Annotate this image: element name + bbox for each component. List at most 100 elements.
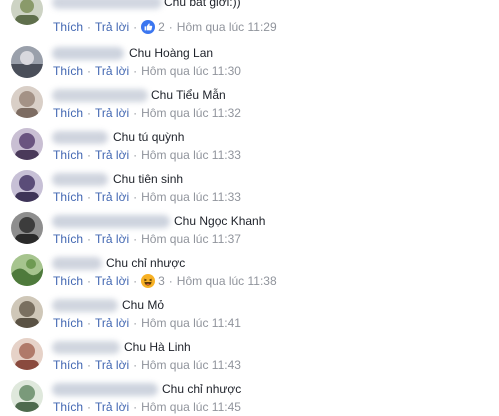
comment-text: Chu Hoàng Lan	[129, 46, 214, 60]
reply-button[interactable]: Trả lời	[95, 274, 129, 288]
reply-button[interactable]: Trả lời	[95, 400, 129, 414]
comment-actions: Thích · Trả lời · Hôm qua lúc 11:33	[53, 189, 241, 205]
blurred-author-name	[52, 215, 170, 228]
separator-dot: ·	[133, 190, 138, 204]
timestamp[interactable]: Hôm qua lúc 11:32	[141, 106, 241, 120]
avatar[interactable]	[11, 170, 43, 202]
like-button[interactable]: Thích	[53, 274, 83, 288]
blurred-author-name	[52, 131, 108, 144]
comment-item: Chu Hoàng Lan Thích · Trả lời · Hôm qua lúc …	[0, 44, 499, 86]
separator-dot: ·	[133, 232, 138, 246]
comment-actions: Thích · Trả lời · Hôm qua lúc 11:37	[53, 231, 241, 247]
separator-dot: ·	[133, 20, 138, 34]
avatar[interactable]	[11, 338, 43, 370]
timestamp[interactable]: Hôm qua lúc 11:38	[177, 274, 277, 288]
reply-button[interactable]: Trả lời	[95, 20, 129, 34]
blurred-author-name	[52, 0, 162, 9]
like-button[interactable]: Thích	[53, 358, 83, 372]
comment-item: Chu Ngọc Khanh Thích · Trả lời · Hôm qua lúc…	[0, 212, 499, 254]
comment-actions: Thích · Trả lời · Hôm qua lúc 11:33	[53, 147, 241, 163]
avatar[interactable]	[11, 0, 43, 25]
comment-actions: Thích · Trả lời · Hôm qua lúc 11:32	[53, 105, 241, 121]
separator-dot: ·	[87, 106, 92, 120]
separator-dot: ·	[168, 274, 173, 288]
timestamp[interactable]: Hôm qua lúc 11:33	[141, 148, 241, 162]
comment-text: Chu chỉ nhược	[162, 382, 242, 396]
separator-dot: ·	[87, 232, 92, 246]
like-icon[interactable]	[141, 20, 156, 34]
comment-text: Chu Mỏ	[122, 298, 165, 312]
avatar[interactable]	[11, 254, 43, 286]
comment-text: Chu Tiểu Mẫn	[151, 88, 226, 102]
like-button[interactable]: Thích	[53, 106, 83, 120]
reaction-count: 3	[158, 274, 165, 288]
comment-text: Chu bát giới:))	[164, 0, 241, 9]
like-button[interactable]: Thích	[53, 64, 83, 78]
reply-button[interactable]: Trả lời	[95, 64, 129, 78]
reply-button[interactable]: Trả lời	[95, 190, 129, 204]
comment-item: Chu chỉ nhược Thích · Trả lời · Hôm qua lúc …	[0, 380, 499, 416]
timestamp[interactable]: Hôm qua lúc 11:30	[141, 64, 241, 78]
separator-dot: ·	[87, 64, 92, 78]
timestamp[interactable]: Hôm qua lúc 11:37	[141, 232, 241, 246]
separator-dot: ·	[87, 400, 92, 414]
timestamp[interactable]: Hôm qua lúc 11:45	[141, 400, 241, 414]
reply-button[interactable]: Trả lời	[95, 106, 129, 120]
separator-dot: ·	[133, 148, 138, 162]
separator-dot: ·	[87, 316, 92, 330]
haha-icon[interactable]	[141, 274, 156, 288]
timestamp[interactable]: Hôm qua lúc 11:43	[141, 358, 241, 372]
comment-actions: Thích · Trả lời · 3 · Hôm qua lúc 11:38	[53, 273, 277, 289]
comment-item: Chu Tiểu Mẫn Thích · Trả lời · Hôm qua lúc 1…	[0, 86, 499, 128]
like-button[interactable]: Thích	[53, 400, 83, 414]
comment-actions: Thích · Trả lời · Hôm qua lúc 11:41	[53, 315, 241, 331]
separator-dot: ·	[87, 274, 92, 288]
separator-dot: ·	[133, 316, 138, 330]
separator-dot: ·	[168, 20, 173, 34]
avatar[interactable]	[11, 212, 43, 244]
comment-item: Chu Mỏ Thích · Trả lời · Hôm qua lúc 11:41	[0, 296, 499, 338]
timestamp[interactable]: Hôm qua lúc 11:29	[177, 20, 277, 34]
blurred-author-name	[52, 383, 158, 396]
blurred-author-name	[52, 47, 124, 60]
blurred-author-name	[52, 173, 108, 186]
blurred-author-name	[52, 299, 118, 312]
reply-button[interactable]: Trả lời	[95, 358, 129, 372]
comment-text: Chu tú quỳnh	[113, 130, 185, 144]
reaction-count: 2	[158, 20, 165, 34]
reply-button[interactable]: Trả lời	[95, 148, 129, 162]
comment-actions: Thích · Trả lời · Hôm qua lúc 11:45	[53, 399, 241, 415]
like-button[interactable]: Thích	[53, 148, 83, 162]
timestamp[interactable]: Hôm qua lúc 11:41	[141, 316, 241, 330]
comment-text: Chu tiên sinh	[113, 172, 184, 186]
separator-dot: ·	[87, 148, 92, 162]
like-button[interactable]: Thích	[53, 20, 83, 34]
comment-text: Chu chỉ nhược	[106, 256, 186, 270]
like-button[interactable]: Thích	[53, 190, 83, 204]
separator-dot: ·	[133, 64, 138, 78]
reply-button[interactable]: Trả lời	[95, 316, 129, 330]
blurred-author-name	[52, 89, 148, 102]
comment-actions: Thích · Trả lời · 2 · Hôm qua lúc 11:29	[53, 19, 277, 35]
like-button[interactable]: Thích	[53, 232, 83, 246]
avatar[interactable]	[11, 86, 43, 118]
blurred-author-name	[52, 257, 102, 270]
blurred-author-name	[52, 341, 120, 354]
comment-list: Chu bát giới:)) Thích · Trả lời · 2 · Hôm qua …	[0, 0, 499, 416]
separator-dot: ·	[133, 106, 138, 120]
avatar[interactable]	[11, 128, 43, 160]
comment-item: Chu bát giới:)) Thích · Trả lời · 2 · Hôm qua …	[0, 0, 499, 35]
timestamp[interactable]: Hôm qua lúc 11:33	[141, 190, 241, 204]
comment-item: Chu tú quỳnh Thích · Trả lời · Hôm qua lúc 1…	[0, 128, 499, 170]
avatar[interactable]	[11, 380, 43, 412]
separator-dot: ·	[133, 274, 138, 288]
comment-actions: Thích · Trả lời · Hôm qua lúc 11:30	[53, 63, 241, 79]
avatar[interactable]	[11, 296, 43, 328]
separator-dot: ·	[87, 190, 92, 204]
like-button[interactable]: Thích	[53, 316, 83, 330]
comment-item: Chu chỉ nhược Thích · Trả lời · 3 · Hôm qua lú…	[0, 254, 499, 296]
separator-dot: ·	[87, 358, 92, 372]
comment-item: Chu tiên sinh Thích · Trả lời · Hôm qua lúc …	[0, 170, 499, 212]
reply-button[interactable]: Trả lời	[95, 232, 129, 246]
avatar[interactable]	[11, 46, 43, 78]
